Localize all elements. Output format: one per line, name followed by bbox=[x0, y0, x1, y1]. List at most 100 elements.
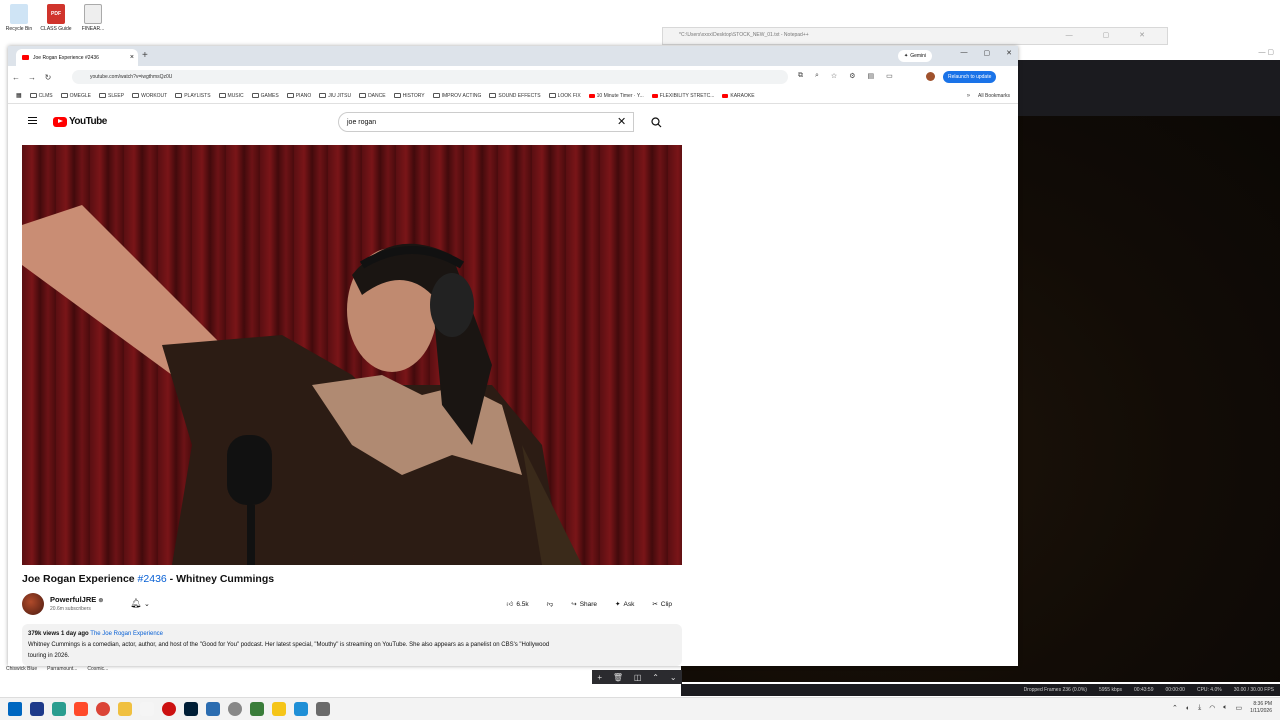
volume-icon[interactable]: 🔈︎ bbox=[1223, 704, 1227, 712]
browser-toolbar: ← → ↻ youtube.com/watch?v=iwgthmsQz0U ⧉ … bbox=[8, 66, 1018, 88]
video-player[interactable] bbox=[22, 145, 682, 565]
taskbar-app-icon[interactable] bbox=[30, 702, 44, 716]
taskbar-app-icon[interactable] bbox=[140, 702, 154, 716]
bookmark-item[interactable]: GAMES bbox=[251, 93, 279, 99]
desktop-label[interactable]: Cosmic... bbox=[87, 666, 108, 672]
desktop-icon-recycle-bin[interactable]: Recycle Bin bbox=[2, 4, 36, 32]
bookmarks-overflow-button[interactable]: » bbox=[967, 93, 970, 99]
taskbar-app-icon[interactable] bbox=[250, 702, 264, 716]
channel-avatar[interactable] bbox=[22, 593, 44, 615]
share-button[interactable]: ↪ Share bbox=[565, 596, 603, 612]
desktop-icon-document[interactable]: FINEAR... bbox=[76, 4, 110, 32]
obs-window-controls[interactable]: — ▢ bbox=[1258, 48, 1274, 56]
bookmark-item[interactable]: LOOK FIX bbox=[548, 93, 581, 99]
wifi-icon[interactable]: ◠ bbox=[1209, 704, 1215, 712]
notepad-window-controls[interactable]: — ▢ ✕ bbox=[1066, 31, 1159, 39]
taskbar-app-icon[interactable] bbox=[272, 702, 286, 716]
taskbar-app-icon[interactable] bbox=[184, 702, 198, 716]
bookmark-item[interactable]: CLMS bbox=[29, 93, 53, 99]
taskbar-app-icon[interactable] bbox=[74, 702, 88, 716]
bookmark-item[interactable]: FLEXIBILITY STRETC... bbox=[651, 93, 714, 99]
channel-name[interactable]: PowerfulJRE ⊛ bbox=[50, 595, 103, 604]
bookmark-item[interactable]: IMPROV ACTING bbox=[432, 93, 481, 99]
taskbar-app-icon[interactable] bbox=[316, 702, 330, 716]
maximize-button[interactable]: ▢ bbox=[984, 49, 991, 57]
view-count: 379k views bbox=[28, 631, 60, 637]
menu-icon[interactable] bbox=[28, 117, 37, 126]
close-tab-icon[interactable]: × bbox=[130, 54, 134, 61]
start-button-icon[interactable] bbox=[8, 702, 22, 716]
filter-icon[interactable]: ◫ bbox=[634, 673, 642, 682]
bookmark-item[interactable]: WORKOUT bbox=[132, 93, 167, 99]
obs-window[interactable]: — ▢ bbox=[1018, 46, 1280, 116]
bookmark-item[interactable]: 10 Minute Timer · Y... bbox=[588, 93, 644, 99]
close-window-button[interactable]: ✕ bbox=[1006, 49, 1012, 57]
delete-icon[interactable]: 🗑 bbox=[613, 673, 623, 682]
bookmark-item[interactable]: JIU JITSU bbox=[319, 93, 351, 99]
network-icon[interactable]: ◐ bbox=[1186, 705, 1190, 712]
profile-avatar[interactable] bbox=[926, 72, 935, 81]
taskbar-app-icon[interactable] bbox=[52, 702, 66, 716]
bookmark-item[interactable]: KARAOKE bbox=[722, 93, 755, 99]
zoom-icon[interactable]: ⌕ bbox=[815, 72, 819, 80]
taskbar-app-icon[interactable] bbox=[206, 702, 220, 716]
apps-grid-icon[interactable]: ▦ bbox=[16, 92, 22, 99]
bookmark-item[interactable]: HISTORY bbox=[393, 93, 425, 99]
video-description[interactable]: 379k views 1 day ago The Joe Rogan Exper… bbox=[22, 624, 682, 666]
add-icon[interactable]: + bbox=[597, 673, 602, 682]
install-icon[interactable]: ⧉ bbox=[798, 72, 803, 80]
desktop-icon-pdf[interactable]: PDF CLASS Guide bbox=[39, 4, 73, 32]
notification-bell-button[interactable]: 🔔︎ ⌄ bbox=[130, 598, 150, 609]
reload-button[interactable]: ↻ bbox=[40, 73, 56, 82]
cast-icon[interactable]: ▭ bbox=[886, 72, 893, 80]
bookmark-star-icon[interactable]: ☆ bbox=[831, 72, 837, 80]
bookmark-item[interactable]: PLAYLISTS bbox=[175, 93, 211, 99]
notepad-window[interactable]: *C:\Users\xxxx\Desktop\STOCK_NEW_01.txt … bbox=[662, 27, 1168, 45]
clear-search-icon[interactable]: ✕ bbox=[617, 115, 626, 128]
youtube-logo[interactable]: YouTube bbox=[53, 116, 107, 127]
search-button[interactable] bbox=[638, 112, 674, 132]
all-bookmarks-button[interactable]: All Bookmarks bbox=[978, 93, 1018, 99]
chevron-down-icon: ⌄ bbox=[143, 601, 150, 608]
hashtag-link[interactable]: #2436 bbox=[138, 573, 167, 585]
new-tab-button[interactable]: + bbox=[142, 50, 148, 61]
taskbar-app-icon[interactable] bbox=[228, 702, 242, 716]
clock[interactable]: 8:36 PM 1/11/2026 bbox=[1250, 701, 1272, 715]
ask-button[interactable]: ✦ Ask bbox=[609, 596, 640, 612]
back-button[interactable]: ← bbox=[8, 73, 24, 82]
bookmark-item[interactable]: OMEGLE bbox=[60, 93, 91, 99]
forward-button[interactable]: → bbox=[24, 73, 40, 82]
bookmark-item[interactable]: PIANO bbox=[286, 93, 311, 99]
taskbar-app-icon[interactable] bbox=[162, 702, 176, 716]
search-input[interactable]: joe rogan bbox=[338, 112, 634, 132]
download-icon[interactable]: ⤓ bbox=[1198, 704, 1201, 712]
extensions-icon[interactable]: ⚙ bbox=[849, 72, 855, 80]
gemini-button[interactable]: ✦ Gemini bbox=[898, 50, 933, 62]
video-actions: 👍︎ 6.5k 👎︎ ↪ Share ✦ Ask ✂ Clip bbox=[501, 596, 678, 612]
address-bar[interactable]: youtube.com/watch?v=iwgthmsQz0U bbox=[72, 70, 788, 84]
taskbar-app-icon[interactable] bbox=[294, 702, 308, 716]
clip-button[interactable]: ✂ Clip bbox=[646, 596, 678, 612]
sidepanel-icon[interactable]: ▤ bbox=[867, 72, 874, 80]
taskbar-app-icon[interactable] bbox=[118, 702, 132, 716]
move-down-icon[interactable]: ⌄ bbox=[670, 673, 677, 682]
minimize-button[interactable]: — bbox=[961, 49, 968, 57]
battery-icon[interactable]: ▭ bbox=[1236, 704, 1243, 712]
move-up-icon[interactable]: ⌃ bbox=[652, 673, 659, 682]
desktop-label[interactable]: Chiswick Blue bbox=[6, 666, 37, 672]
taskbar-app-icon[interactable] bbox=[96, 702, 110, 716]
chrome-menu-icon[interactable]: ⋮ bbox=[1004, 71, 1012, 80]
desktop-label[interactable]: Parramount... bbox=[47, 666, 77, 672]
description-tag-link[interactable]: The Joe Rogan Experience bbox=[90, 631, 163, 637]
relaunch-to-update-button[interactable]: Relaunch to update bbox=[943, 71, 997, 83]
bookmark-item[interactable]: SOUND EFFECTS bbox=[489, 93, 541, 99]
chevron-up-icon[interactable]: ⌃ bbox=[1172, 704, 1178, 712]
chrome-window[interactable]: Joe Rogan Experience #2436 × + ✦ Gemini … bbox=[8, 46, 1018, 666]
dislike-button[interactable]: 👎︎ bbox=[541, 596, 560, 612]
bookmark-item[interactable]: DANCE bbox=[359, 93, 386, 99]
tab-youtube[interactable]: Joe Rogan Experience #2436 × bbox=[16, 49, 138, 66]
bookmark-item[interactable]: MUSIC bbox=[218, 93, 244, 99]
like-button[interactable]: 👍︎ 6.5k bbox=[501, 596, 535, 612]
bookmark-item[interactable]: SLEEP bbox=[98, 93, 124, 99]
youtube-favicon-icon bbox=[651, 93, 658, 98]
